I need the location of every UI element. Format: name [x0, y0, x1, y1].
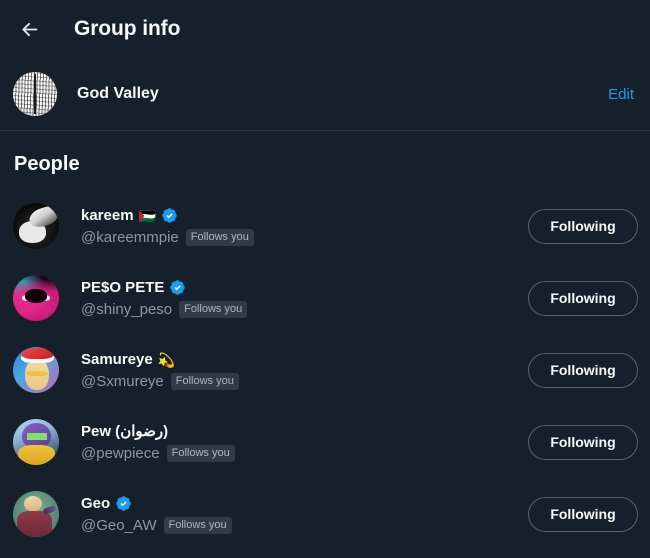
page-title: Group info [74, 17, 181, 40]
avatar-detail [26, 432, 48, 441]
list-item[interactable]: Samureye 💫 @Sxmureye Follows you Followi… [0, 334, 650, 406]
user-handle: @kareemmpie [81, 228, 179, 246]
avatar[interactable] [13, 419, 59, 465]
person-text: Geo @Geo_AW Follows you [81, 494, 528, 535]
handle-line: @kareemmpie Follows you [81, 228, 528, 247]
verified-badge-icon [162, 208, 177, 223]
follows-you-badge: Follows you [163, 516, 232, 534]
name-line: Geo [81, 494, 528, 514]
person-text: kareem 🇵🇸 @kareemmpie Follows you [81, 206, 528, 247]
user-handle: @pewpiece [81, 444, 160, 462]
avatar[interactable] [13, 203, 59, 249]
list-item[interactable]: Geo @Geo_AW Follows you Following [0, 478, 650, 550]
handle-line: @Geo_AW Follows you [81, 516, 528, 535]
name-line: PE$O PETE [81, 278, 528, 298]
following-button[interactable]: Following [528, 208, 638, 244]
verified-badge-icon [170, 280, 186, 295]
page-header: Group info [0, 0, 650, 58]
group-row: God Valley Edit [0, 58, 650, 131]
display-name: kareem [81, 206, 134, 224]
avatar[interactable] [13, 275, 59, 321]
follows-you-badge: Follows you [170, 372, 239, 390]
follows-you-badge: Follows you [166, 444, 235, 462]
follows-you-badge: Follows you [185, 228, 254, 246]
group-info-screen: Group info God Valley Edit People kareem… [0, 0, 650, 558]
list-item[interactable]: Pew (رضوان) @pewpiece Follows you Follow… [0, 406, 650, 478]
avatar-image [13, 203, 59, 249]
person-text: Samureye 💫 @Sxmureye Follows you [81, 350, 528, 391]
following-button[interactable]: Following [528, 424, 638, 460]
avatar[interactable] [13, 491, 59, 537]
name-line: Pew (رضوان) [81, 422, 528, 442]
display-name: PE$O PETE [81, 278, 165, 296]
flag-emoji: 🇵🇸 [138, 207, 156, 224]
group-name: God Valley [77, 85, 159, 102]
user-handle: @shiny_peso [81, 300, 173, 318]
person-text: PE$O PETE @shiny_peso Follows you [81, 278, 528, 319]
verified-badge-icon [116, 496, 131, 511]
back-button[interactable] [12, 12, 46, 46]
name-line: kareem 🇵🇸 [81, 206, 528, 226]
avatar-image [13, 275, 59, 321]
following-button[interactable]: Following [528, 352, 638, 388]
name-line: Samureye 💫 [81, 350, 528, 370]
display-name: Geo [81, 494, 111, 512]
handle-line: @shiny_peso Follows you [81, 300, 528, 319]
follows-you-badge: Follows you [179, 300, 248, 318]
avatar-detail [25, 370, 48, 376]
group-avatar-image [13, 72, 57, 116]
avatar-image [13, 491, 59, 537]
people-section-title: People [14, 153, 80, 175]
following-button[interactable]: Following [528, 496, 638, 532]
following-button[interactable]: Following [528, 280, 638, 316]
group-avatar[interactable] [13, 72, 57, 116]
star-emoji: 💫 [157, 351, 176, 368]
arrow-left-icon [19, 19, 40, 40]
user-handle: @Sxmureye [81, 372, 164, 390]
handle-line: @pewpiece Follows you [81, 444, 528, 463]
people-list: kareem 🇵🇸 @kareemmpie Follows you Follow… [0, 190, 650, 550]
list-item[interactable]: kareem 🇵🇸 @kareemmpie Follows you Follow… [0, 190, 650, 262]
user-handle: @Geo_AW [81, 516, 157, 534]
edit-link[interactable]: Edit [608, 86, 634, 103]
avatar-image [13, 419, 59, 465]
handle-line: @Sxmureye Follows you [81, 372, 528, 391]
display-name: Samureye [81, 350, 153, 368]
avatar[interactable] [13, 347, 59, 393]
person-text: Pew (رضوان) @pewpiece Follows you [81, 422, 528, 463]
display-name: Pew (رضوان) [81, 422, 169, 440]
list-item[interactable]: PE$O PETE @shiny_peso Follows you Follow… [0, 262, 650, 334]
